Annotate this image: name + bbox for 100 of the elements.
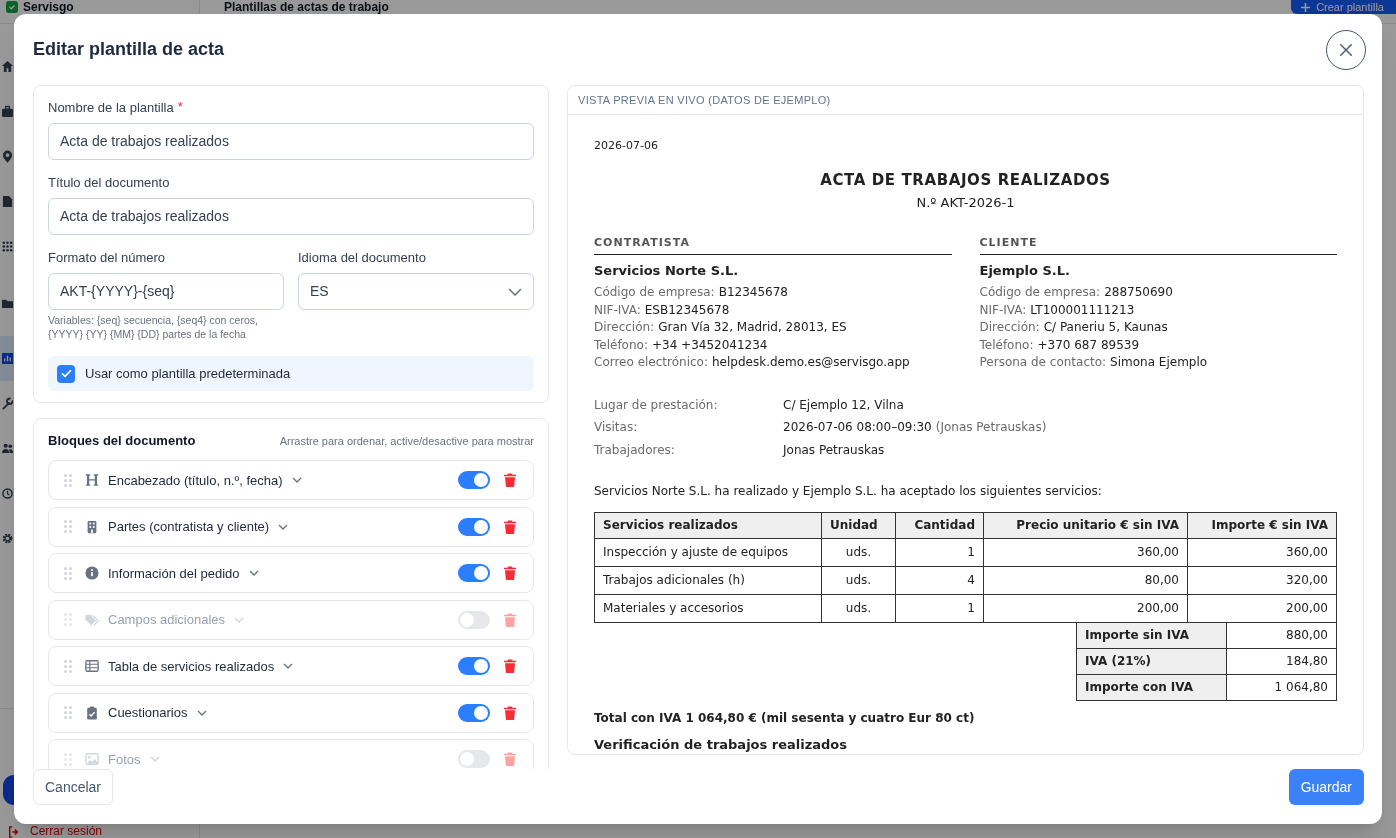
trash-icon[interactable]	[504, 519, 516, 534]
toggle-switch[interactable]	[458, 471, 490, 489]
chevron-down-icon	[508, 287, 522, 296]
field-label: Dirección:	[594, 319, 655, 336]
chevron-down-icon[interactable]	[248, 570, 259, 576]
avatar[interactable]	[3, 775, 14, 805]
briefcase-icon	[2, 105, 13, 118]
block-name: Fotos	[108, 751, 141, 767]
toggle-switch[interactable]	[458, 703, 490, 722]
info-value: 2026-07-06 08:00–09:30	[783, 419, 932, 436]
block-row[interactable]: Partes (contratista y cliente)	[48, 506, 534, 547]
save-button[interactable]: Guardar	[1288, 769, 1364, 805]
field-label: Dirección:	[979, 319, 1040, 336]
section-heading: Verificación de trabajos realizados	[594, 736, 848, 752]
cancel-button[interactable]: Cancelar	[33, 769, 114, 805]
total-value: 880,00	[1226, 622, 1337, 648]
field-value: 288750690	[1104, 284, 1173, 301]
total-value: 184,80	[1226, 648, 1337, 674]
hint-text: Variables: {seq} secuencia, {seq4} con ceros, {YYYY} {YY} {MM} {DD} partes de la fecha	[48, 313, 259, 341]
toggle-switch[interactable]	[458, 517, 490, 536]
table-icon	[85, 659, 99, 673]
field-label: Código de empresa:	[594, 284, 715, 301]
logout-icon[interactable]	[8, 825, 20, 838]
block-name: Cuestionarios	[108, 705, 188, 720]
chevron-down-icon[interactable]	[291, 477, 302, 483]
block-name: Partes (contratista y cliente)	[108, 519, 270, 534]
home-icon	[2, 60, 13, 73]
block-row[interactable]: Encabezado (título, n.º, fecha)	[48, 460, 534, 500]
toggle-switch[interactable]	[458, 750, 490, 768]
chevron-down-icon[interactable]	[196, 709, 207, 716]
block-name: Campos adicionales	[108, 612, 226, 627]
text-input[interactable]: Acta de trabajos realizados	[48, 123, 534, 160]
field-label: Código de empresa:	[979, 284, 1101, 301]
info-label: Lugar de prestación:	[594, 396, 718, 414]
table-cell: 80,00	[983, 566, 1188, 594]
heading-icon	[85, 473, 99, 487]
party-heading: CONTRATISTA	[594, 236, 690, 250]
toggle-switch[interactable]	[458, 657, 490, 675]
required-mark: *	[177, 100, 183, 113]
table-cell: Inspección y ajuste de equipos	[594, 538, 822, 566]
field-value: C/ Paneriu 5, Kaunas	[1043, 319, 1168, 336]
info-value: Jonas Petrauskas	[783, 441, 885, 459]
text-input[interactable]: AKT-{YYYY}-{seq}	[48, 273, 284, 310]
field-label: Nombre de la plantilla	[48, 100, 174, 115]
field-value: ESB12345678	[644, 301, 730, 319]
document-title: ACTA DE TRABAJOS REALIZADOS	[820, 170, 1111, 190]
panel-heading: VISTA PREVIA EN VIVO (DATOS DE EJEMPLO)	[578, 92, 831, 108]
grip-icon[interactable]	[64, 520, 72, 533]
grip-icon[interactable]	[64, 566, 72, 580]
grip-icon[interactable]	[64, 752, 72, 766]
chevron-down-icon[interactable]	[278, 523, 289, 530]
table-cell: 320,00	[1187, 566, 1337, 594]
block-row[interactable]: Cuestionarios	[48, 692, 534, 733]
document-date: 2026-07-06	[594, 139, 658, 153]
field-label: Título del documento	[48, 175, 170, 190]
create-button[interactable]: Crear plantilla	[1291, 0, 1396, 14]
block-name: Encabezado (título, n.º, fecha)	[108, 472, 283, 488]
party-name: Servicios Norte S.L.	[594, 262, 739, 279]
field-label: Teléfono:	[979, 336, 1034, 354]
grip-icon[interactable]	[64, 659, 72, 673]
field-value: +370 687 89539	[1037, 336, 1140, 354]
block-row[interactable]: Información del pedido	[48, 553, 534, 593]
toggle-switch[interactable]	[458, 564, 490, 582]
field-label: Formato del número	[48, 250, 166, 265]
field-label: Idioma del documento	[298, 250, 426, 265]
party-name: Ejemplo S.L.	[979, 262, 1070, 279]
grip-icon[interactable]	[64, 473, 72, 487]
table-cell: 1	[895, 594, 984, 622]
toggle-switch[interactable]	[458, 610, 490, 629]
grip-icon[interactable]	[64, 613, 72, 626]
checkbox[interactable]	[57, 364, 75, 383]
total-label: Importe con IVA	[1076, 674, 1227, 700]
wrench-icon	[2, 397, 13, 410]
dropdown-value: ES	[310, 282, 329, 301]
table-cell: 1	[895, 538, 984, 566]
total-value: 1 064,80	[1226, 674, 1337, 700]
check-icon	[59, 367, 73, 380]
table-cell: 4	[895, 566, 984, 594]
building-icon	[85, 519, 99, 534]
text-input[interactable]: Acta de trabajos realizados	[48, 198, 534, 235]
trash-icon[interactable]	[504, 705, 516, 720]
option-row[interactable]: Usar como plantilla predeterminada	[48, 356, 534, 391]
field-label: Persona de contacto:	[979, 354, 1107, 371]
table-header-cell: Unidad	[821, 512, 896, 538]
grip-icon[interactable]	[64, 706, 72, 719]
dropdown[interactable]: ES	[298, 273, 534, 310]
chevron-down-icon[interactable]	[283, 663, 294, 669]
trash-icon[interactable]	[504, 659, 516, 673]
block-row[interactable]: Tabla de servicios realizados	[48, 646, 534, 686]
table-cell: uds.	[821, 566, 896, 594]
app-name: Servisgo	[23, 1, 74, 13]
section-title: Bloques del documento	[48, 432, 196, 451]
map-pin-icon	[2, 150, 13, 163]
clipboard-check-icon	[85, 705, 99, 720]
image-icon	[85, 752, 99, 766]
trash-icon[interactable]	[504, 566, 516, 580]
info-icon	[85, 566, 99, 580]
trash-icon[interactable]	[504, 473, 516, 487]
nav-item[interactable]	[0, 336, 14, 381]
table-cell: 360,00	[983, 538, 1188, 566]
